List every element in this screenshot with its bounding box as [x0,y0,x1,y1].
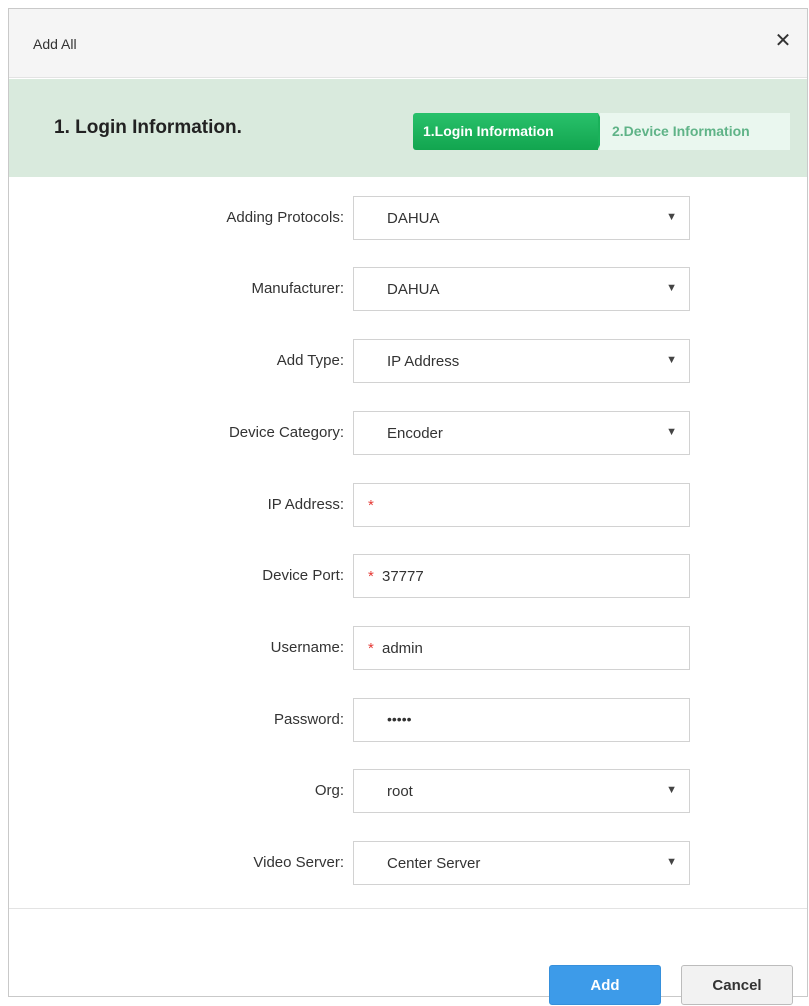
row-device-category: Device Category: Encoder ▼ [9,411,807,455]
device-category-value: Encoder [387,425,443,442]
manufacturer-value: DAHUA [387,281,440,298]
video-server-label: Video Server: [253,854,344,871]
required-marker: * [368,568,374,585]
chevron-down-icon: ▼ [666,282,677,294]
username-input[interactable]: * admin [353,626,690,670]
device-port-input[interactable]: * 37777 [353,554,690,598]
step-login-label: 1.Login Information [423,123,554,139]
row-video-server: Video Server: Center Server ▼ [9,841,807,885]
add-type-label: Add Type: [276,352,344,369]
close-icon[interactable]: ✕ [773,31,793,51]
chevron-down-icon: ▼ [666,426,677,438]
username-label: Username: [270,639,344,656]
password-label: Password: [273,711,344,728]
step-login-information: 1.Login Information [413,113,607,150]
chevron-down-icon: ▼ [666,354,677,366]
row-username: Username: * admin [9,626,807,670]
chevron-down-icon: ▼ [666,856,677,868]
dialog-titlebar: Add All ✕ [9,9,807,78]
ip-address-input[interactable]: * [353,483,690,527]
row-password: Password: ••••• [9,698,807,742]
org-select[interactable]: root ▼ [353,769,690,813]
add-button[interactable]: Add [549,965,661,1005]
step-device-label: 2.Device Information [612,123,750,139]
device-port-label: Device Port: [262,567,344,584]
dialog-footer: Add Cancel [9,908,807,1005]
step-bar: 1. Login Information. 1.Login Informatio… [9,79,807,177]
row-org: Org: root ▼ [9,769,807,813]
add-type-value: IP Address [387,353,460,370]
chevron-down-icon: ▼ [666,211,677,223]
add-type-select[interactable]: IP Address ▼ [353,339,690,383]
manufacturer-label: Manufacturer: [251,280,344,297]
step-device-information: 2.Device Information [600,113,790,150]
username-value: admin [382,640,423,657]
step-heading: 1. Login Information. [54,117,242,138]
device-port-value: 37777 [382,568,424,585]
row-ip-address: IP Address: * [9,483,807,527]
video-server-select[interactable]: Center Server ▼ [353,841,690,885]
row-adding-protocols: Adding Protocols: DAHUA ▼ [9,196,807,240]
adding-protocols-select[interactable]: DAHUA ▼ [353,196,690,240]
chevron-down-icon: ▼ [666,784,677,796]
ip-address-label: IP Address: [267,496,344,513]
required-marker: * [368,497,374,514]
cancel-button[interactable]: Cancel [681,965,793,1005]
add-device-dialog: Add All ✕ 1. Login Information. 1.Login … [8,8,808,1005]
device-category-label: Device Category: [228,424,344,441]
required-marker: * [368,640,374,657]
row-device-port: Device Port: * 37777 [9,554,807,598]
org-value: root [387,783,413,800]
row-add-type: Add Type: IP Address ▼ [9,339,807,383]
password-value: ••••• [387,711,412,727]
row-manufacturer: Manufacturer: DAHUA ▼ [9,267,807,311]
adding-protocols-label: Adding Protocols: [226,209,344,226]
adding-protocols-value: DAHUA [387,210,440,227]
video-server-value: Center Server [387,855,481,872]
password-input[interactable]: ••••• [353,698,690,742]
device-category-select[interactable]: Encoder ▼ [353,411,690,455]
dialog-title: Add All [33,36,77,52]
manufacturer-select[interactable]: DAHUA ▼ [353,267,690,311]
org-label: Org: [314,782,344,799]
